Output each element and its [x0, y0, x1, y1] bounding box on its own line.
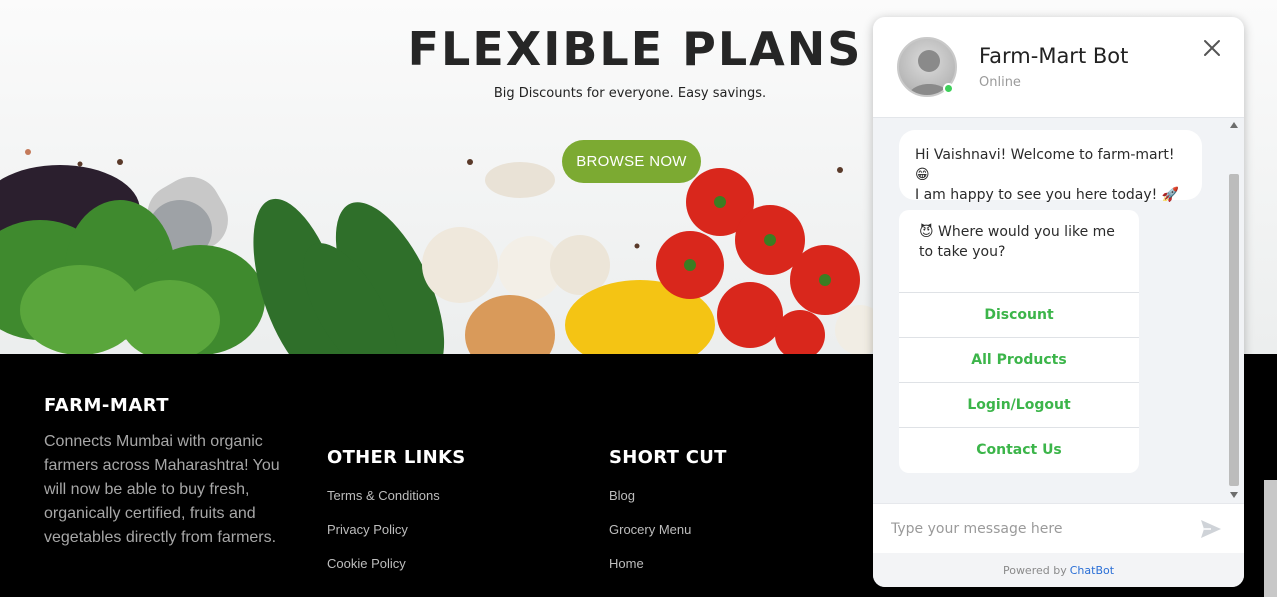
scroll-up-arrow-icon[interactable]	[1230, 122, 1238, 128]
chat-input-row	[873, 503, 1244, 553]
chat-messages[interactable]: Hi Vaishnavi! Welcome to farm-mart! 😁 I …	[873, 118, 1244, 503]
chat-header: Farm-Mart Bot Online	[873, 17, 1244, 118]
other-links-title: OTHER LINKS	[327, 447, 466, 468]
footer-link-terms[interactable]: Terms & Conditions	[327, 488, 440, 503]
quick-reply-discount[interactable]: Discount	[899, 292, 1139, 337]
hero-subtitle: Big Discounts for everyone. Easy savings…	[493, 86, 767, 101]
chat-message-input[interactable]	[891, 516, 1191, 542]
close-chat-button[interactable]	[1199, 35, 1225, 61]
scroll-down-arrow-icon[interactable]	[1230, 492, 1238, 498]
hero-title: FLEXIBLE PLANS	[407, 22, 863, 76]
footer-link-privacy[interactable]: Privacy Policy	[327, 522, 408, 537]
page: FLEXIBLE PLANS Big Discounts for everyon…	[0, 0, 1277, 597]
chat-widget: Farm-Mart Bot Online Hi Vaishnavi! Welco…	[873, 17, 1244, 587]
bot-name: Farm-Mart Bot	[979, 44, 1129, 68]
quick-reply-login-logout[interactable]: Login/Logout	[899, 382, 1139, 427]
online-status-dot	[943, 83, 954, 94]
send-button[interactable]	[1199, 517, 1223, 541]
message-line: Hi Vaishnavi! Welcome to farm-mart! 😁	[915, 147, 1175, 183]
send-icon	[1201, 520, 1221, 538]
close-icon	[1204, 40, 1220, 56]
footer-description: Connects Mumbai with organic farmers acr…	[44, 433, 280, 546]
quick-reply-contact-us[interactable]: Contact Us	[899, 427, 1139, 472]
bot-message-welcome: Hi Vaishnavi! Welcome to farm-mart! 😁 I …	[899, 130, 1202, 203]
message-line: I am happy to see you here today! 🚀	[915, 187, 1180, 203]
chat-scrollbar[interactable]	[1228, 122, 1240, 502]
scroll-thumb[interactable]	[1229, 174, 1239, 486]
chatbot-brand-link[interactable]: ChatBot	[1070, 564, 1114, 577]
quick-reply-all-products[interactable]: All Products	[899, 337, 1139, 382]
bot-message-menu: 😈 Where would you like me to take you? D…	[899, 210, 1139, 473]
footer-link-home[interactable]: Home	[609, 556, 644, 571]
page-scrollbar[interactable]	[1264, 480, 1277, 597]
footer-brand: FARM-MART	[44, 395, 170, 416]
footer-link-blog[interactable]: Blog	[609, 488, 635, 503]
footer-link-grocery-menu[interactable]: Grocery Menu	[609, 522, 691, 537]
footer-link-cookie[interactable]: Cookie Policy	[327, 556, 406, 571]
message-text: 😈 Where would you like me to take you?	[919, 224, 1115, 260]
browse-now-button[interactable]: BROWSE NOW	[562, 140, 701, 183]
short-cut-title: SHORT CUT	[609, 447, 727, 468]
powered-by-footer: Powered by ChatBot	[873, 553, 1244, 587]
powered-by-text: Powered by	[1002, 563, 1067, 577]
bot-status: Online	[979, 75, 1021, 90]
